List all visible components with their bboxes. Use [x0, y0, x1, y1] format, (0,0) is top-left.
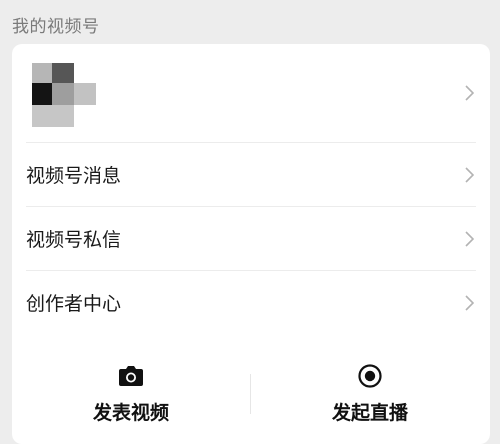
menu-item-creator-center[interactable]: 创作者中心	[12, 271, 490, 335]
avatar	[32, 63, 96, 127]
menu-item-private-messages[interactable]: 视频号私信	[12, 207, 490, 271]
menu-item-label: 创作者中心	[26, 293, 122, 315]
channels-card: 视频号消息 视频号私信 创作者中心 发表视频 发起直播	[12, 44, 490, 444]
live-record-icon	[357, 364, 383, 388]
chevron-right-icon	[465, 295, 474, 311]
start-live-button[interactable]: 发起直播	[251, 356, 489, 444]
menu-item-label: 视频号消息	[26, 165, 122, 187]
start-live-label: 发起直播	[331, 402, 408, 424]
action-bar: 发表视频 发起直播	[12, 356, 490, 444]
post-video-label: 发表视频	[92, 402, 169, 424]
camera-icon	[118, 364, 144, 388]
chevron-right-icon	[465, 85, 474, 101]
menu-item-label: 视频号私信	[26, 229, 122, 251]
menu-item-channel-messages[interactable]: 视频号消息	[12, 143, 490, 207]
post-video-button[interactable]: 发表视频	[12, 356, 250, 444]
channel-profile-row[interactable]	[12, 44, 490, 142]
chevron-right-icon	[465, 167, 474, 183]
section-title: 我的视频号	[12, 17, 100, 37]
chevron-right-icon	[465, 231, 474, 247]
